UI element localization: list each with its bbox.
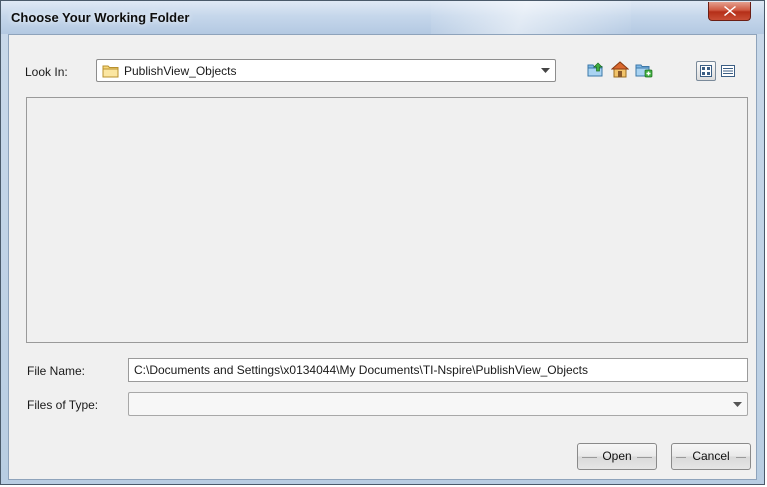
dialog-title: Choose Your Working Folder xyxy=(11,10,190,25)
file-name-label: File Name: xyxy=(27,364,86,378)
title-bar[interactable]: Choose Your Working Folder xyxy=(1,1,764,34)
files-of-type-label: Files of Type: xyxy=(27,398,99,412)
close-icon xyxy=(724,6,736,16)
cancel-button[interactable]: Cancel xyxy=(671,443,751,470)
cancel-button-label: Cancel xyxy=(692,449,730,463)
look-in-label: Look In: xyxy=(25,65,68,79)
open-button-label: Open xyxy=(602,449,632,463)
home-icon[interactable] xyxy=(610,61,630,79)
button-decor xyxy=(582,457,597,458)
file-list[interactable] xyxy=(26,97,748,343)
files-of-type-dropdown[interactable] xyxy=(128,392,748,416)
open-button[interactable]: Open xyxy=(577,443,657,470)
button-decor xyxy=(637,457,652,458)
dialog-window: Choose Your Working Folder Look In: Publ… xyxy=(0,0,765,485)
look-in-value: PublishView_Objects xyxy=(124,64,237,78)
list-view-icon xyxy=(700,65,712,77)
close-button[interactable] xyxy=(708,2,751,21)
button-decor xyxy=(676,457,686,458)
new-folder-icon[interactable] xyxy=(635,62,653,80)
folder-icon xyxy=(102,65,119,78)
list-view-toggle[interactable] xyxy=(696,61,716,81)
details-view-toggle[interactable] xyxy=(718,61,738,81)
chevron-down-icon[interactable] xyxy=(727,393,747,415)
button-decor xyxy=(736,457,746,458)
chevron-down-icon[interactable] xyxy=(535,60,555,81)
dialog-body: Look In: PublishView_Objects File Name: … xyxy=(8,34,757,480)
look-in-dropdown[interactable]: PublishView_Objects xyxy=(96,59,556,82)
details-view-icon xyxy=(721,65,735,77)
up-one-level-icon[interactable] xyxy=(587,62,605,80)
file-name-field[interactable]: C:\Documents and Settings\x0134044\My Do… xyxy=(128,358,748,382)
